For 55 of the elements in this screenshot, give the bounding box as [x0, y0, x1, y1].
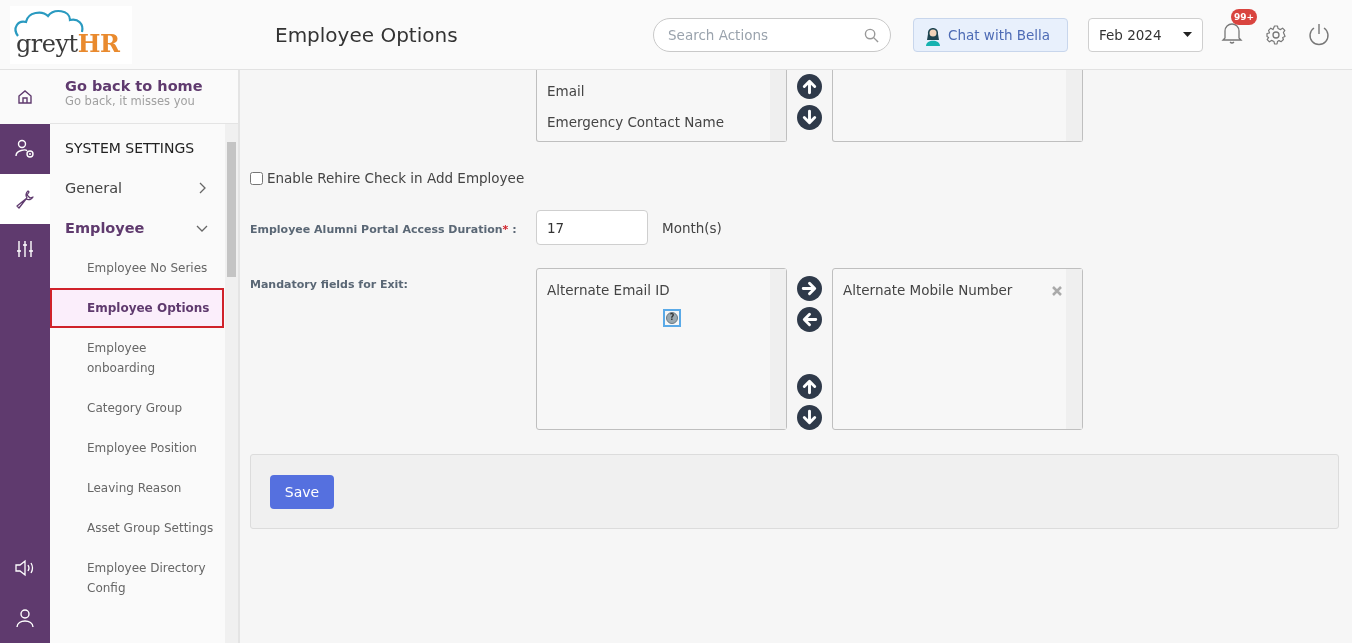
menu-item[interactable]: Category Group	[50, 388, 224, 428]
list-option[interactable]: Emergency Contact Name	[547, 107, 725, 138]
menu-item[interactable]: Employee Options	[50, 288, 224, 328]
field-label: Employee Alumni Portal Access Duration* :	[250, 223, 517, 236]
sliders-icon[interactable]	[15, 239, 35, 259]
scrollbar[interactable]	[770, 269, 786, 429]
scrollbar[interactable]	[770, 70, 786, 141]
search-icon[interactable]	[864, 27, 879, 43]
month-dropdown[interactable]: Feb 2024	[1088, 17, 1203, 52]
menu-item[interactable]: Employee Directory Config	[50, 548, 224, 608]
user-gear-icon[interactable]	[14, 138, 36, 160]
chat-button[interactable]: Chat with Bella	[913, 17, 1068, 52]
scrollbar[interactable]	[1066, 269, 1082, 429]
menu-item[interactable]: Employee onboarding	[50, 328, 224, 388]
menu-item[interactable]: Employee Position	[50, 428, 224, 468]
bell-icon[interactable]	[1221, 20, 1243, 45]
list-box[interactable]: Alternate Mobile Number	[832, 268, 1083, 430]
speaker-icon[interactable]	[14, 559, 36, 577]
list-option[interactable]: Email	[547, 76, 585, 107]
save-button[interactable]: Save	[270, 474, 334, 509]
menu-item[interactable]: Leaving Reason	[50, 468, 224, 508]
checkbox-label[interactable]: Enable Rehire Check in Add Employee	[267, 170, 525, 186]
person-icon[interactable]	[16, 608, 34, 628]
help-icon[interactable]: ?	[663, 309, 681, 327]
list-box[interactable]: Email Emergency Contact Name	[536, 70, 787, 142]
list-box[interactable]: Alternate Email ID ?	[536, 268, 787, 430]
field-label: Mandatory fields for Exit:	[250, 277, 409, 291]
arrow-down-icon[interactable]	[797, 405, 822, 430]
power-icon[interactable]	[1307, 22, 1331, 47]
list-option[interactable]: Alternate Email ID	[547, 275, 670, 306]
checkbox[interactable]	[250, 171, 263, 185]
menu-item[interactable]: Asset Group Settings	[50, 508, 224, 548]
arrow-up-icon[interactable]	[797, 374, 822, 399]
arrow-up-icon[interactable]	[797, 74, 822, 99]
arrow-right-icon[interactable]	[797, 276, 822, 301]
section-heading: SYSTEM SETTINGS	[64, 139, 196, 158]
notification-badge: 99+	[1231, 8, 1258, 25]
duration-input[interactable]: 17	[536, 210, 648, 245]
scrollbar[interactable]	[1066, 70, 1082, 141]
list-option[interactable]: Alternate Mobile Number	[843, 275, 1013, 306]
menu-group[interactable]: Employee	[50, 208, 223, 248]
scrollbar-thumb[interactable]	[227, 142, 236, 277]
greythr-logo[interactable]: greytHR	[10, 5, 132, 64]
home-icon[interactable]	[16, 88, 34, 106]
home-link[interactable]: Go back to home Go back, it misses you	[50, 70, 238, 124]
wrench-icon[interactable]	[14, 188, 36, 210]
settings-icon[interactable]	[1265, 23, 1287, 46]
page-title: Employee Options	[275, 22, 458, 47]
search-field[interactable]: Search Actions	[653, 17, 891, 52]
menu-group[interactable]: General	[50, 168, 223, 208]
unit-label: Month(s)	[662, 219, 722, 236]
caret-icon	[1183, 32, 1192, 37]
arrow-left-icon[interactable]	[797, 307, 822, 332]
menu-item[interactable]: Employee No Series	[50, 248, 224, 288]
arrow-down-icon[interactable]	[797, 105, 822, 130]
